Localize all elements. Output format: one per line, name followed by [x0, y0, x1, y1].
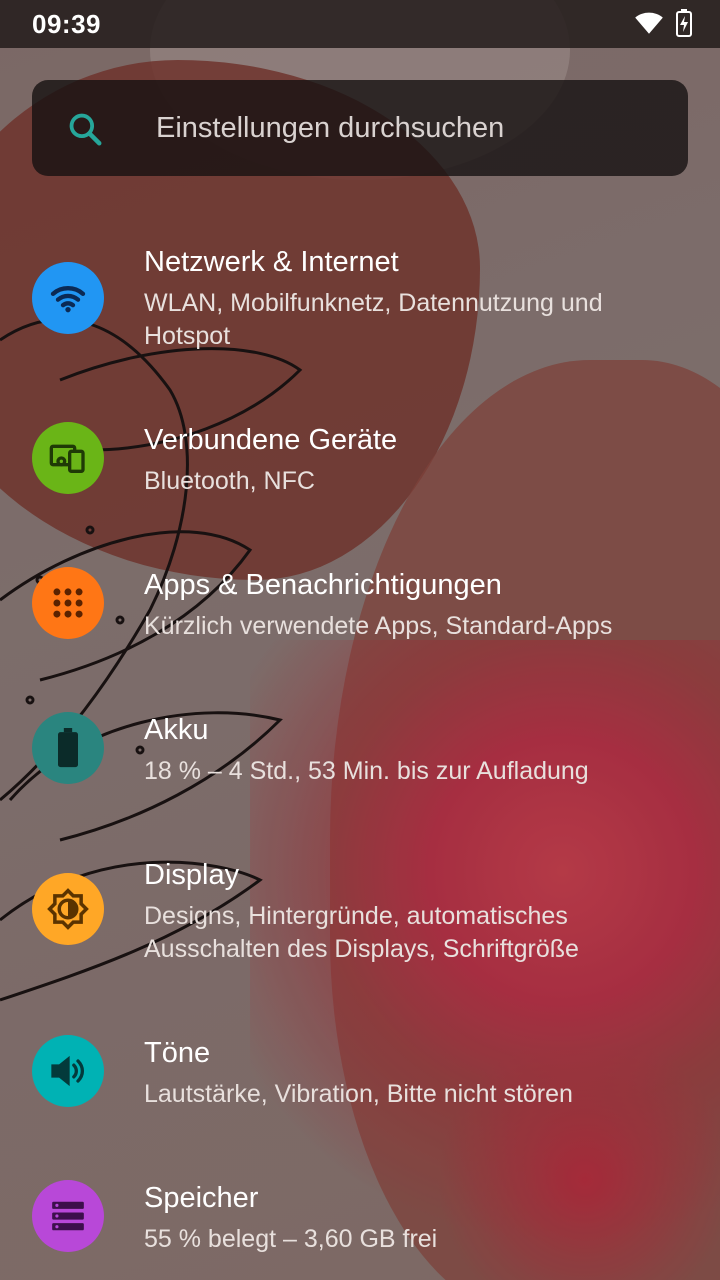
- setting-subtitle: Kürzlich verwendete Apps, Standard-Apps: [144, 612, 613, 640]
- settings-item-storage[interactable]: Speicher 55 % belegt – 3,60 GB frei: [0, 1172, 720, 1280]
- apps-grid-icon: [32, 567, 104, 639]
- brightness-icon: [32, 873, 104, 945]
- settings-item-battery[interactable]: Akku 18 % – 4 Std., 53 Min. bis zur Aufl…: [0, 704, 720, 824]
- status-time: 09:39: [32, 9, 101, 39]
- settings-item-connected-devices[interactable]: Verbundene Geräte Bluetooth, NFC: [0, 414, 720, 534]
- setting-title: Apps & Benachrichtigungen: [144, 569, 502, 601]
- devices-icon: [32, 422, 104, 494]
- settings-item-network[interactable]: Netzwerk & Internet WLAN, Mobilfunknetz,…: [0, 236, 720, 386]
- setting-title: Netzwerk & Internet: [144, 246, 399, 278]
- wifi-icon: [634, 11, 664, 40]
- setting-subtitle: 18 % – 4 Std., 53 Min. bis zur Aufladung: [144, 757, 589, 785]
- battery-charging-icon: [676, 9, 692, 42]
- setting-title: Speicher: [144, 1182, 259, 1214]
- setting-subtitle: Bluetooth, NFC: [144, 467, 315, 495]
- settings-item-sound[interactable]: Töne Lautstärke, Vibration, Bitte nicht …: [0, 1027, 720, 1147]
- status-bar: 09:39: [0, 0, 720, 48]
- setting-subtitle: Lautstärke, Vibration, Bitte nicht störe…: [144, 1080, 573, 1108]
- setting-title: Verbundene Geräte: [144, 424, 398, 456]
- search-icon: [66, 110, 104, 153]
- search-input[interactable]: Einstellungen durchsuchen: [156, 112, 504, 145]
- setting-subtitle: 55 % belegt – 3,60 GB frei: [144, 1225, 438, 1253]
- battery-icon: [32, 712, 104, 784]
- settings-item-display[interactable]: Display Designs, Hintergründe, automatis…: [0, 849, 720, 999]
- setting-title: Display: [144, 859, 240, 891]
- setting-title: Akku: [144, 714, 209, 746]
- setting-subtitle: Designs, Hintergründe, automatisches Aus…: [144, 902, 579, 963]
- settings-item-apps[interactable]: Apps & Benachrichtigungen Kürzlich verwe…: [0, 559, 720, 679]
- volume-icon: [32, 1035, 104, 1107]
- wifi-icon: [32, 262, 104, 334]
- search-bar[interactable]: Einstellungen durchsuchen: [32, 80, 688, 176]
- storage-icon: [32, 1180, 104, 1252]
- setting-title: Töne: [144, 1037, 211, 1069]
- setting-subtitle: WLAN, Mobilfunknetz, Datennutzung und Ho…: [144, 289, 603, 350]
